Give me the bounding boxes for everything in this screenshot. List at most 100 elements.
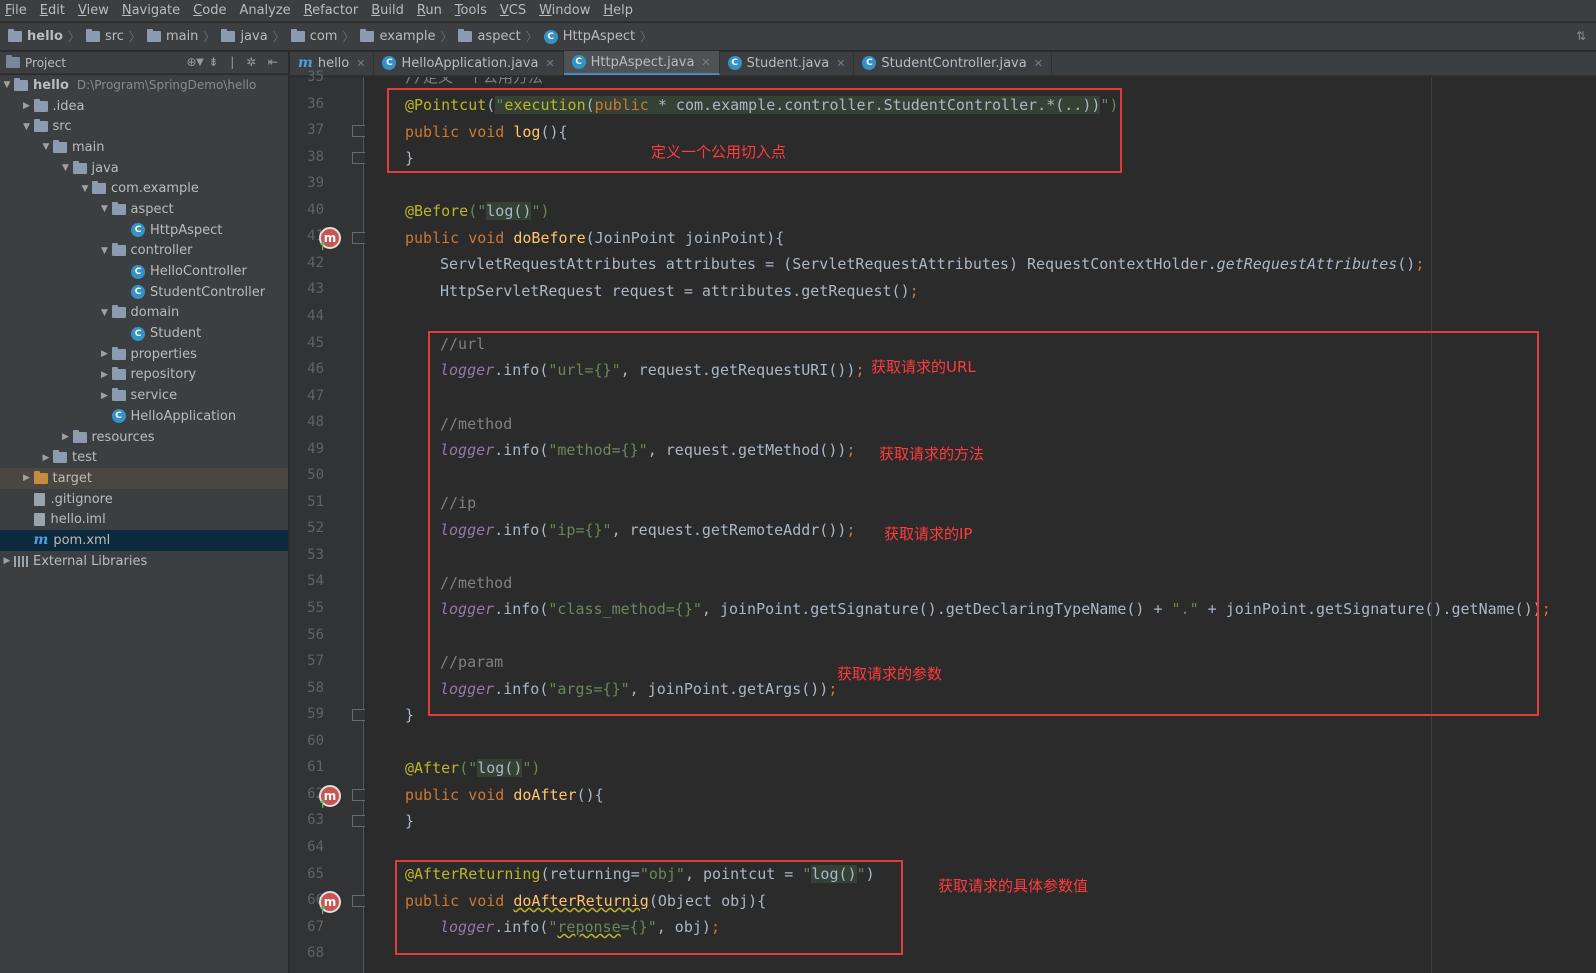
project-tree: ▼ hello D:\Program\SpringDemo\hello ▶ .idea ▼… [0,75,288,973]
chevron-right-icon[interactable]: ▶ [0,556,14,566]
class-icon: C [131,223,145,238]
line-number: 35 [307,69,324,85]
sort-icon[interactable]: ⇅ [1576,29,1586,43]
menu-item[interactable]: Tools [455,3,487,18]
tree-item[interactable]: ▶ .idea [0,96,288,117]
line-number: 52 [307,520,324,537]
chevron-down-icon[interactable]: ▼ [78,184,92,194]
chevron-right-icon[interactable]: ▶ [59,432,73,442]
tree-item[interactable]: ▶ target [0,468,288,489]
chevron-right-icon[interactable]: ▶ [98,391,112,401]
fold-marker[interactable] [352,815,366,827]
menu-item[interactable]: Edit [40,3,65,18]
tab-httpaspect[interactable]: C HttpAspect.java ✕ [563,51,720,75]
line-number: 36 [307,95,324,112]
tree-item[interactable]: ▼ hello D:\Program\SpringDemo\hello [0,75,288,96]
fold-marker[interactable] [352,232,366,244]
menu-item[interactable]: Run [417,3,442,18]
chevron-down-icon[interactable]: ▼ [0,80,14,90]
annotation-box-before-body [428,331,1539,716]
folder-icon [53,139,67,153]
tree-item[interactable]: ▼ aspect [0,199,288,220]
close-icon[interactable]: ✕ [1034,57,1043,70]
tree-item[interactable]: ▶ test [0,447,288,468]
tree-item[interactable]: .gitignore [0,489,288,510]
close-icon[interactable]: ✕ [356,57,365,70]
folder-icon [33,470,48,484]
tree-item[interactable]: ▶ External Libraries [0,551,288,572]
breadcrumb-com[interactable]: com 〉 [290,28,354,45]
fold-marker[interactable] [352,152,366,164]
breadcrumb-src[interactable]: src 〉 [85,28,141,45]
line-number: 56 [307,626,324,643]
tree-item[interactable]: ▶ service [0,385,288,406]
chevron-down-icon[interactable]: ▼ [98,308,112,318]
breadcrumb-aspect[interactable]: aspect 〉 [458,28,538,45]
line-number: 45 [307,334,324,351]
tree-item-label: test [72,450,97,466]
project-panel-title[interactable]: Project [25,56,66,70]
fold-marker[interactable] [352,709,366,721]
advice-method-icon[interactable]: m [318,227,341,253]
menu-item[interactable]: View [78,3,109,18]
menu-item[interactable]: Refactor [304,3,359,18]
tree-item[interactable]: C Student [0,323,288,344]
menu-item[interactable]: VCS [500,3,526,18]
breadcrumb-hello[interactable]: hello 〉 [8,28,80,45]
tab-student[interactable]: C Student.java ✕ [720,51,855,75]
advice-method-icon[interactable]: m [318,785,341,811]
menu-item[interactable]: Help [603,3,633,18]
chevron-down-icon[interactable]: ▼ [59,163,73,173]
tree-item[interactable]: ▼ main [0,137,288,158]
tree-item[interactable]: ▼ java [0,158,288,179]
menu-item[interactable]: Code [193,3,226,18]
folder-icon [111,367,126,381]
menu-item[interactable]: Navigate [122,3,180,18]
chevron-down-icon[interactable]: ▼ [39,142,53,152]
chevron-down-icon[interactable]: ▼ [98,204,112,214]
folder-icon [458,29,473,42]
line-number: 51 [307,493,324,510]
tab-helloapplication[interactable]: C HelloApplication.java ✕ [374,51,564,75]
chevron-right-icon[interactable]: ▶ [20,473,34,483]
library-icon [14,555,28,567]
breadcrumb-httpaspect[interactable]: C HttpAspect 〉 [543,28,652,45]
chevron-right-icon[interactable]: ▶ [39,453,53,463]
tree-item-label: aspect [130,201,174,217]
chevron-right-icon[interactable]: ▶ [98,349,112,359]
chevron-right-icon[interactable]: ▶ [98,370,112,380]
close-icon[interactable]: ✕ [701,56,710,69]
menu-item[interactable]: Analyze [239,3,290,18]
tab-studentcontroller[interactable]: C StudentController.java ✕ [854,51,1052,75]
tree-item[interactable]: m pom.xml [0,530,288,551]
chevron-down-icon[interactable]: ▼ [98,246,112,256]
project-panel-toolbar[interactable]: ⊕ ⇟ | ✲ ⇤ [186,55,282,69]
tree-item[interactable]: C HelloApplication [0,406,288,427]
tree-item[interactable]: ▶ resources [0,427,288,448]
tree-item[interactable]: ▶ repository [0,365,288,386]
tree-item[interactable]: ▼ src [0,116,288,137]
tree-item[interactable]: C StudentController [0,282,288,303]
advice-method-icon[interactable]: m [318,891,341,917]
close-icon[interactable]: ✕ [836,57,845,70]
menu-item[interactable]: File [5,3,27,18]
fold-marker[interactable] [352,895,366,907]
tree-item[interactable]: C HttpAspect [0,220,288,241]
tree-item[interactable]: ▼ controller [0,241,288,262]
fold-marker[interactable] [352,125,366,137]
tree-item[interactable]: ▼ domain [0,303,288,324]
tree-item[interactable]: hello.iml [0,509,288,530]
tree-item[interactable]: C HelloController [0,261,288,282]
breadcrumb-java[interactable]: java 〉 [221,28,285,45]
line-number: 43 [307,281,324,298]
breadcrumb-example[interactable]: example 〉 [360,28,452,45]
chevron-right-icon[interactable]: ▶ [20,101,34,111]
menu-item[interactable]: Build [371,3,404,18]
tree-item[interactable]: ▶ properties [0,344,288,365]
tree-item[interactable]: ▼ com.example [0,178,288,199]
menu-item[interactable]: Window [539,3,590,18]
chevron-down-icon[interactable]: ▼ [20,122,34,132]
breadcrumb-main[interactable]: main 〉 [146,28,215,45]
fold-marker[interactable] [352,789,366,801]
close-icon[interactable]: ✕ [545,57,554,70]
